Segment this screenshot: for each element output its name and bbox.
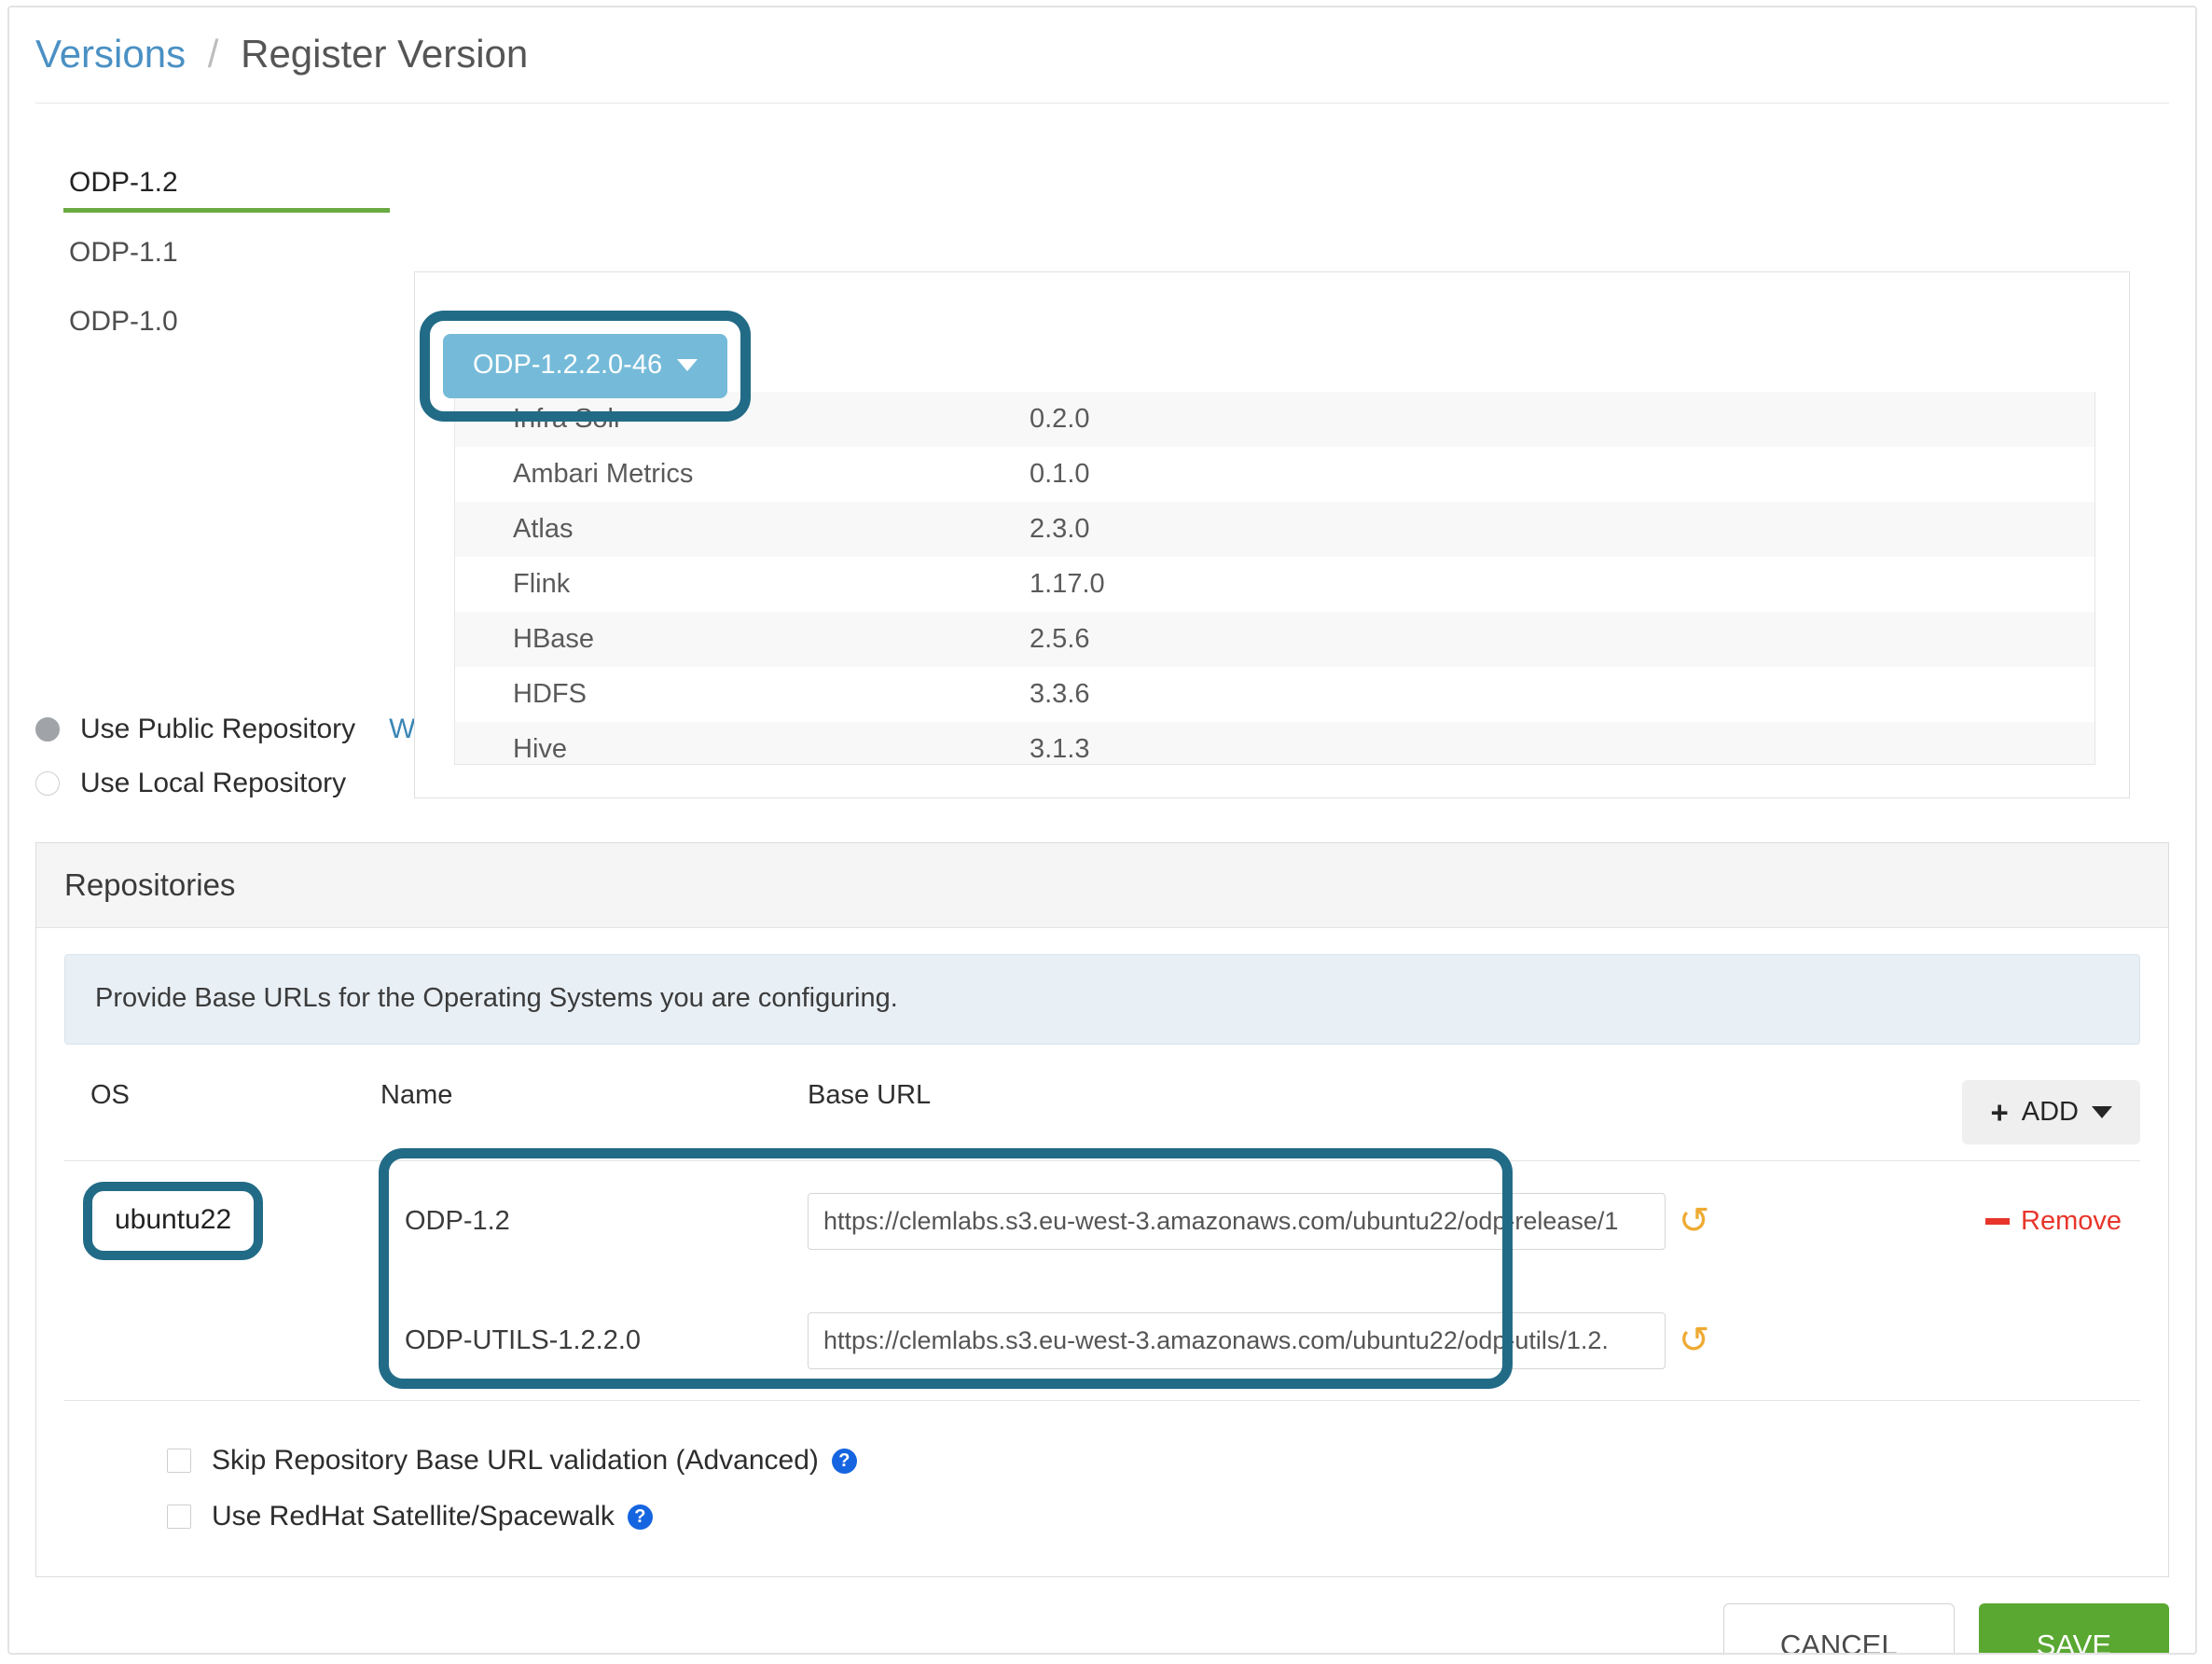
breadcrumb: Versions / Register Version <box>9 7 2195 76</box>
service-name: Hive <box>513 734 568 765</box>
column-header-os: OS <box>90 1080 130 1111</box>
radio-label-local: Use Local Repository <box>80 768 347 799</box>
table-row: Hive 3.1.3 <box>455 722 2094 765</box>
service-version: 0.1.0 <box>1030 459 1090 490</box>
help-icon[interactable]: ? <box>627 1504 653 1530</box>
checkbox-indicator-redhat-satellite[interactable] <box>167 1505 191 1530</box>
base-url-cell: ↻ <box>808 1311 1860 1369</box>
repo-name-odp-1-2: ODP-1.2 <box>405 1205 510 1236</box>
repositories-table-header: OS Name Base URL + ADD <box>64 1080 2140 1160</box>
table-row: ODP-UTILS-1.2.2.0 ↻ <box>64 1281 2140 1400</box>
repositories-table: OS Name Base URL + ADD ubuntu22 ODP-1.2 … <box>64 1080 2140 1545</box>
repositories-row-group: ubuntu22 ODP-1.2 ↻ Remove <box>64 1148 2140 1402</box>
version-dropdown-label: ODP-1.2.2.0-46 <box>473 350 663 381</box>
service-version: 2.3.0 <box>1030 514 1090 545</box>
version-dropdown-highlight: ODP-1.2.2.0-46 <box>420 311 752 423</box>
cancel-button[interactable]: CANCEL <box>1722 1603 1955 1653</box>
chevron-down-icon <box>677 359 698 372</box>
repositories-panel-body: Provide Base URLs for the Operating Syst… <box>36 928 2168 1576</box>
checkbox-label-skip-validation: Skip Repository Base URL validation (Adv… <box>212 1445 819 1477</box>
checkbox-use-redhat-satellite[interactable]: Use RedHat Satellite/Spacewalk ? <box>167 1489 2140 1545</box>
checkbox-indicator-skip-validation[interactable] <box>167 1449 191 1474</box>
column-header-name: Name <box>380 1080 453 1111</box>
table-row: Flink 1.17.0 <box>455 557 2094 612</box>
row-actions-cell: Remove <box>1860 1206 2140 1237</box>
column-header-base-url: Base URL <box>808 1080 932 1111</box>
service-name: HDFS <box>513 679 587 710</box>
version-tab-odp-1-1[interactable]: ODP-1.1 <box>63 231 390 280</box>
service-version: 1.17.0 <box>1030 569 1105 600</box>
radio-label-public: Use Public Repository <box>80 714 356 745</box>
service-version: 2.5.6 <box>1030 624 1090 655</box>
service-version: 3.3.6 <box>1030 679 1090 710</box>
remove-repository-link[interactable]: Remove <box>1985 1206 2122 1237</box>
help-icon[interactable]: ? <box>831 1448 857 1474</box>
repository-options: Skip Repository Base URL validation (Adv… <box>64 1401 2140 1545</box>
service-version: 3.1.3 <box>1030 734 1090 765</box>
remove-label: Remove <box>2021 1205 2122 1236</box>
breadcrumb-versions-link[interactable]: Versions <box>35 32 186 76</box>
version-dropdown-button[interactable]: ODP-1.2.2.0-46 <box>443 334 728 399</box>
undo-icon[interactable]: ↻ <box>1679 1320 1710 1361</box>
os-label-ubuntu22: ubuntu22 <box>83 1182 264 1261</box>
checkbox-skip-validation[interactable]: Skip Repository Base URL validation (Adv… <box>167 1433 2140 1489</box>
base-url-input-odp-1-2[interactable] <box>808 1192 1666 1250</box>
os-cell: ubuntu22 <box>64 1182 380 1261</box>
save-button[interactable]: SAVE <box>1978 1603 2169 1653</box>
base-url-cell: ↻ <box>808 1192 1860 1250</box>
table-row: Ambari Metrics 0.1.0 <box>455 447 2094 502</box>
register-version-page: Versions / Register Version ODP-1.2 ODP-… <box>7 6 2197 1655</box>
stack-services-table: Infra Solr 0.2.0 Ambari Metrics 0.1.0 At… <box>454 392 2095 766</box>
repo-name-odp-utils: ODP-UTILS-1.2.2.0 <box>405 1324 642 1355</box>
service-name: Flink <box>513 569 571 600</box>
add-button-label: ADD <box>2021 1097 2079 1128</box>
radio-indicator-public[interactable] <box>35 717 60 742</box>
version-tab-odp-1-0[interactable]: ODP-1.0 <box>63 300 390 349</box>
radio-indicator-local[interactable] <box>35 771 60 797</box>
undo-icon[interactable]: ↻ <box>1679 1200 1710 1241</box>
repositories-info-banner: Provide Base URLs for the Operating Syst… <box>64 954 2140 1046</box>
table-row: HBase 2.5.6 <box>455 612 2094 668</box>
add-button-cell: + ADD <box>1860 1080 2140 1145</box>
service-name: HBase <box>513 624 595 655</box>
service-name: Ambari Metrics <box>513 459 694 490</box>
version-tab-odp-1-2[interactable]: ODP-1.2 <box>63 161 390 214</box>
version-selection-area: ODP-1.2 ODP-1.1 ODP-1.0 Infra Solr 0.2.0… <box>9 104 2195 799</box>
plus-icon: + <box>1990 1095 2009 1130</box>
version-tab-list: ODP-1.2 ODP-1.1 ODP-1.0 <box>63 161 390 369</box>
service-version: 0.2.0 <box>1030 404 1090 435</box>
base-url-input-odp-utils[interactable] <box>808 1311 1666 1369</box>
table-row: HDFS 3.3.6 <box>455 667 2094 722</box>
add-repository-button[interactable]: + ADD <box>1962 1080 2140 1145</box>
checkbox-label-redhat-satellite: Use RedHat Satellite/Spacewalk <box>212 1501 615 1532</box>
service-name: Atlas <box>513 514 574 545</box>
minus-icon <box>1985 1217 2010 1225</box>
page-title: Register Version <box>241 32 529 76</box>
table-row: ubuntu22 ODP-1.2 ↻ Remove <box>64 1161 2140 1281</box>
form-actions: CANCEL SAVE <box>35 1603 2169 1653</box>
chevron-down-icon <box>2092 1106 2112 1119</box>
table-row: Atlas 2.3.0 <box>455 502 2094 558</box>
repositories-panel: Repositories Provide Base URLs for the O… <box>35 842 2169 1578</box>
breadcrumb-separator: / <box>207 32 219 76</box>
repositories-panel-title: Repositories <box>36 843 2168 929</box>
